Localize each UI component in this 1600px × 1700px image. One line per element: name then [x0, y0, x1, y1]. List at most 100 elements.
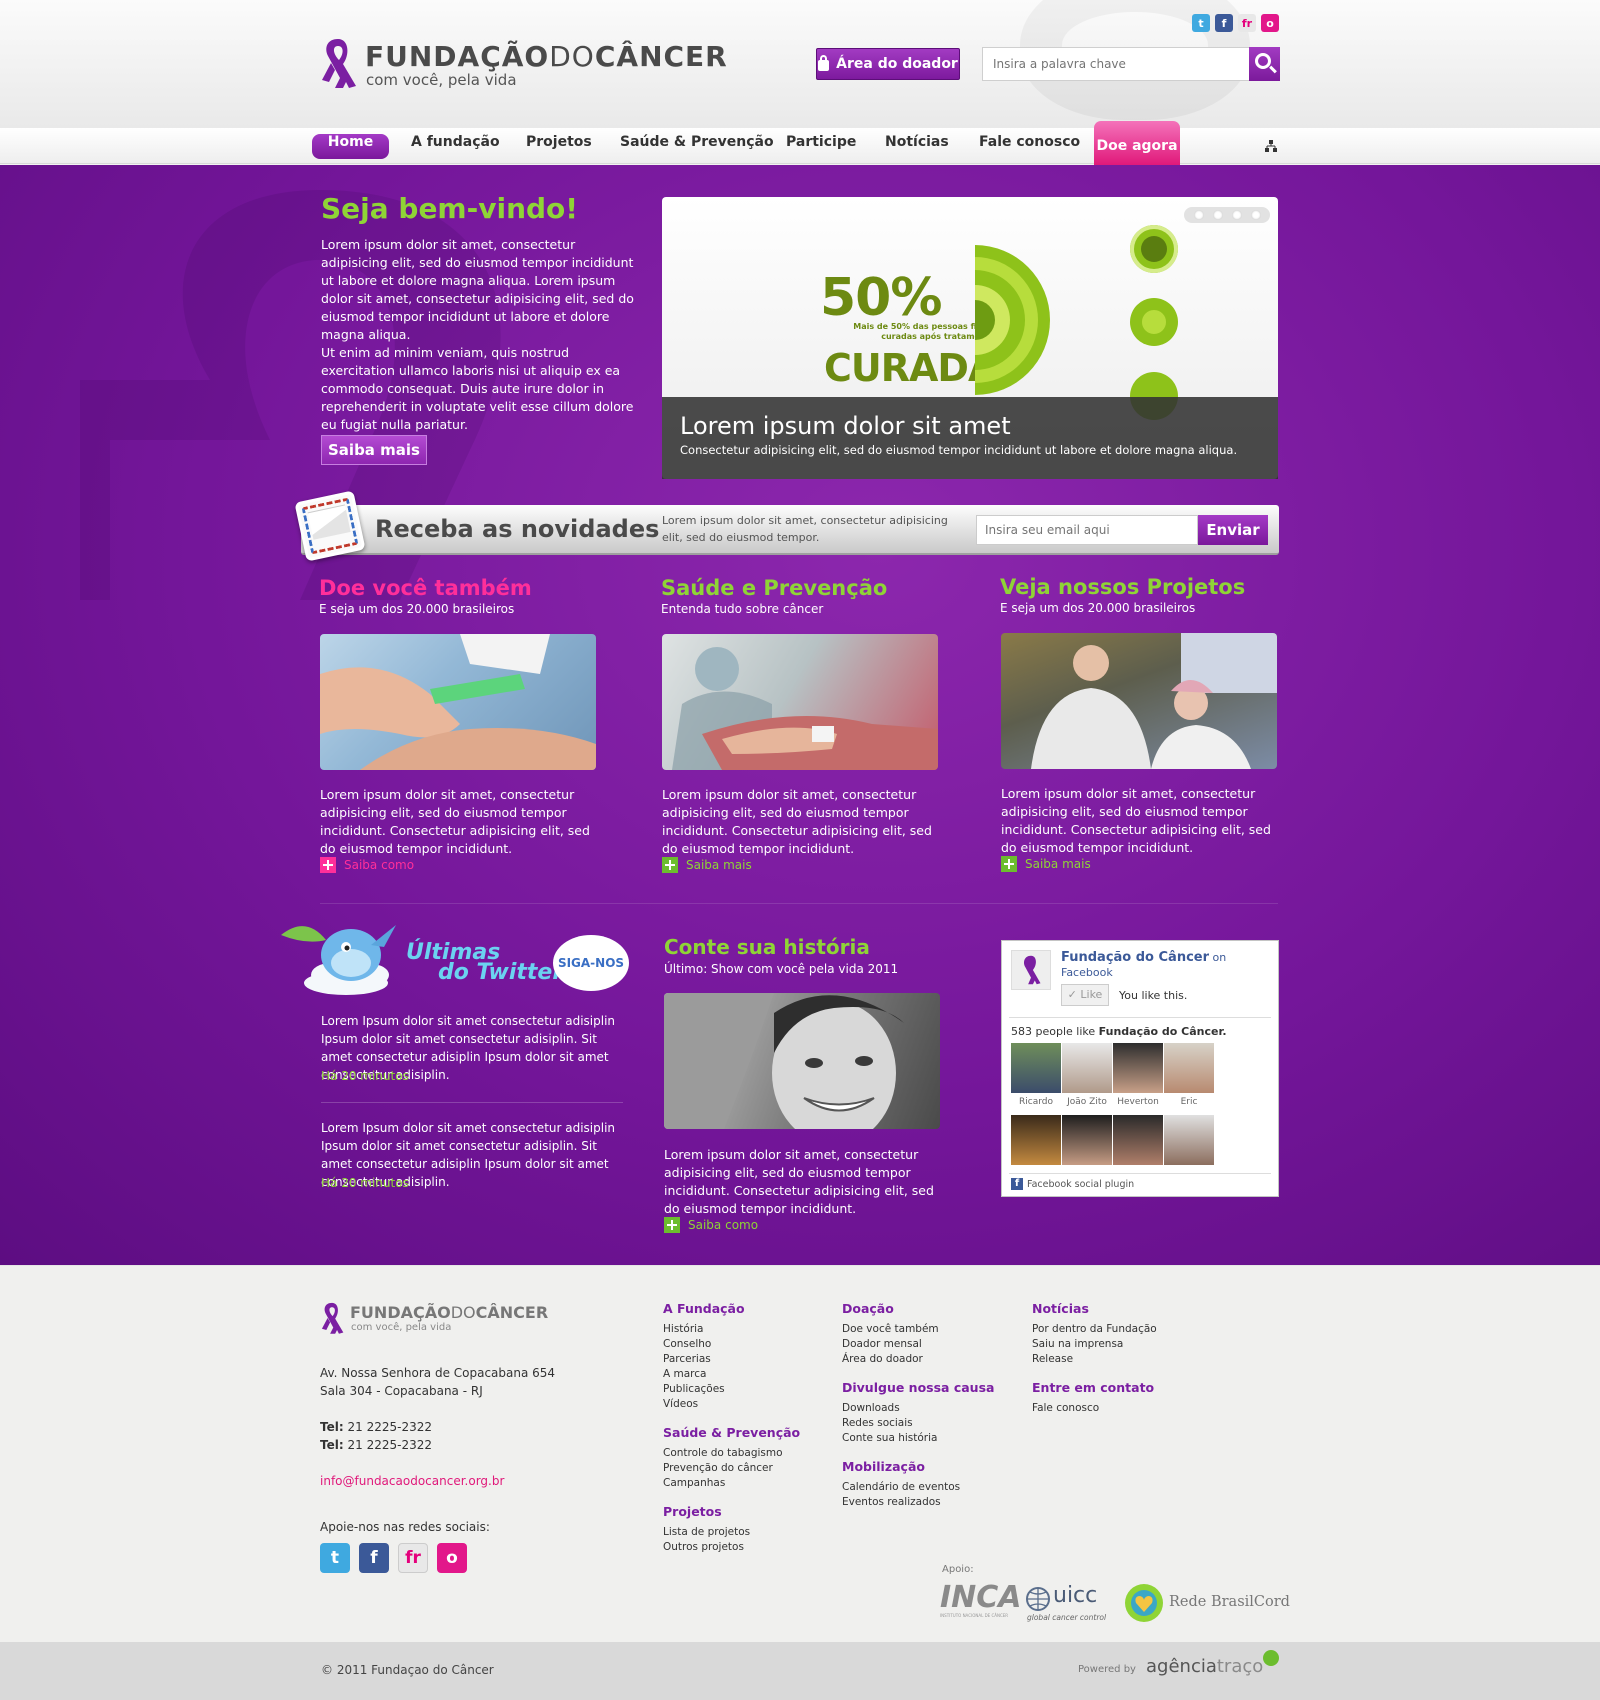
footer-link[interactable]: Conselho	[663, 1337, 800, 1352]
footer-link[interactable]: Eventos realizados	[842, 1495, 994, 1510]
footer-link[interactable]: Release	[1032, 1352, 1157, 1367]
slider-dot[interactable]	[1212, 210, 1223, 220]
welcome-saiba-mais-button[interactable]: Saiba mais	[321, 435, 427, 465]
footer-link[interactable]: Outros projetos	[663, 1540, 800, 1555]
facebook-friend-avatar[interactable]	[1062, 1043, 1112, 1093]
facebook-page-title: Fundação do Câncer on Facebook	[1061, 950, 1271, 980]
flickr-icon[interactable]: fr	[398, 1543, 428, 1573]
newsletter-send-button[interactable]: Enviar	[1198, 515, 1268, 545]
footer-link[interactable]: Por dentro da Fundação	[1032, 1322, 1157, 1337]
footer-link[interactable]: Vídeos	[663, 1397, 800, 1412]
column-link-saude[interactable]: Saiba mais	[662, 857, 752, 873]
footer-link[interactable]: Publicações	[663, 1382, 800, 1397]
facebook-friend-avatar[interactable]	[1113, 1043, 1163, 1093]
footer-link[interactable]: Downloads	[842, 1401, 994, 1416]
sponsor-uicc-logo[interactable]: uicc global cancer control	[1025, 1582, 1106, 1624]
facebook-friend-name[interactable]: João Zito	[1062, 1097, 1112, 1107]
footer-link[interactable]: Área do doador	[842, 1352, 994, 1367]
nav-item-fale-conosco[interactable]: Fale conosco	[979, 134, 1080, 159]
sponsor-brasilcord-logo[interactable]: Rede BrasilCord	[1123, 1582, 1290, 1624]
health-photo[interactable]	[662, 634, 938, 770]
footer-email-link[interactable]: info@fundacaodocancer.org.br	[320, 1472, 504, 1490]
story-link[interactable]: Saiba como	[664, 1217, 758, 1233]
footer-heading[interactable]: Doação	[842, 1301, 994, 1316]
nav-item-projetos[interactable]: Projetos	[526, 134, 592, 159]
column-title-projetos[interactable]: Veja nossos Projetos	[1000, 575, 1245, 599]
footer-link[interactable]: Conte sua história	[842, 1431, 994, 1446]
footer-link[interactable]: Parcerias	[663, 1352, 800, 1367]
facebook-friend-avatar[interactable]	[1011, 1115, 1061, 1165]
newsletter-email-input[interactable]	[976, 515, 1198, 545]
facebook-friend-avatar[interactable]	[1164, 1115, 1214, 1165]
column-link-projetos[interactable]: Saiba mais	[1001, 856, 1091, 872]
facebook-friend-avatar[interactable]	[1062, 1115, 1112, 1165]
footer-heading[interactable]: Mobilização	[842, 1459, 994, 1474]
footer-link[interactable]: Prevenção do câncer	[663, 1461, 800, 1476]
search-input[interactable]	[983, 48, 1249, 80]
footer-link[interactable]: Redes sociais	[842, 1416, 994, 1431]
orkut-icon[interactable]: o	[437, 1543, 467, 1573]
sponsor-inca-logo[interactable]: INCA INSTITUTO NACIONAL DE CÂNCER	[940, 1583, 1022, 1623]
story-photo[interactable]	[664, 993, 940, 1129]
agency-logo[interactable]: agênciatraço	[1146, 1656, 1263, 1677]
footer-heading[interactable]: Projetos	[663, 1504, 800, 1519]
twitter-icon[interactable]: t	[320, 1543, 350, 1573]
slider-dot[interactable]	[1250, 210, 1261, 220]
facebook-icon[interactable]: f	[1215, 14, 1233, 32]
heart-logo-icon	[1125, 1584, 1163, 1622]
donor-area-button[interactable]: Área do doador	[816, 48, 960, 80]
footer-logo[interactable]: FUNDAÇÃODOCÂNCER com você, pela vida	[320, 1301, 548, 1337]
footer-link[interactable]: Doe você também	[842, 1322, 994, 1337]
donation-photo[interactable]	[320, 634, 596, 770]
footer-link[interactable]: Controle do tabagismo	[663, 1446, 800, 1461]
nav-item-home[interactable]: Home	[312, 134, 389, 159]
footer-heading[interactable]: Entre em contato	[1032, 1380, 1157, 1395]
footer-link[interactable]: Fale conosco	[1032, 1401, 1157, 1416]
facebook-icon[interactable]: f	[359, 1543, 389, 1573]
column-link-doe[interactable]: Saiba como	[320, 857, 414, 873]
facebook-page-link[interactable]: Fundação do Câncer	[1061, 950, 1209, 965]
nav-item-saude-prevencao[interactable]: Saúde & Prevenção	[620, 134, 774, 159]
twitter-icon[interactable]: t	[1192, 14, 1210, 32]
tweet-time[interactable]: Há 20 minutos	[321, 1176, 409, 1190]
footer-link[interactable]: A marca	[663, 1367, 800, 1382]
facebook-friend-name[interactable]: Heverton	[1113, 1097, 1163, 1107]
slider-dot[interactable]	[1193, 210, 1204, 220]
footer-heading[interactable]: Divulgue nossa causa	[842, 1380, 994, 1395]
sitemap-icon[interactable]	[1265, 140, 1277, 152]
facebook-social-plugin[interactable]: f Facebook social plugin	[1011, 1178, 1134, 1190]
nav-item-doe-agora[interactable]: Doe agora	[1094, 121, 1180, 165]
facebook-friend-name[interactable]: Ricardo	[1011, 1097, 1061, 1107]
facebook-like-button[interactable]: ✓ Like	[1061, 984, 1109, 1006]
slide-caption-title[interactable]: Lorem ipsum dolor sit amet	[680, 412, 1011, 440]
twitter-follow-button[interactable]: SIGA-NOS	[553, 935, 629, 991]
footer-link[interactable]: Calendário de eventos	[842, 1480, 994, 1495]
footer-link[interactable]: Doador mensal	[842, 1337, 994, 1352]
column-title-doe[interactable]: Doe você também	[319, 576, 532, 600]
slider-dot[interactable]	[1231, 210, 1242, 220]
facebook-friend-name[interactable]: Eric	[1164, 1097, 1214, 1107]
footer-heading[interactable]: Notícias	[1032, 1301, 1157, 1316]
flickr-icon[interactable]: fr	[1238, 14, 1256, 32]
projects-photo[interactable]	[1001, 633, 1277, 769]
story-title[interactable]: Conte sua história	[664, 935, 870, 959]
facebook-page-avatar[interactable]	[1011, 950, 1051, 990]
nav-item-a-fundacao[interactable]: A fundação	[411, 134, 500, 159]
facebook-friend-avatar[interactable]	[1113, 1115, 1163, 1165]
facebook-friend-avatar[interactable]	[1164, 1043, 1214, 1093]
nav-item-participe[interactable]: Participe	[786, 134, 856, 159]
orkut-icon[interactable]: o	[1261, 14, 1279, 32]
footer-heading[interactable]: A Fundação	[663, 1301, 800, 1316]
footer-link[interactable]: Lista de projetos	[663, 1525, 800, 1540]
facebook-network-link[interactable]: Facebook	[1061, 965, 1271, 980]
search-button[interactable]	[1249, 47, 1280, 81]
column-title-saude[interactable]: Saúde e Prevenção	[661, 576, 887, 600]
nav-item-noticias[interactable]: Notícias	[885, 134, 949, 159]
footer-link[interactable]: História	[663, 1322, 800, 1337]
tweet-time[interactable]: Há 20 minutos	[321, 1069, 409, 1083]
facebook-friend-avatar[interactable]	[1011, 1043, 1061, 1093]
footer-heading[interactable]: Saúde & Prevenção	[663, 1425, 800, 1440]
footer-link[interactable]: Saiu na imprensa	[1032, 1337, 1157, 1352]
site-logo[interactable]: FUNDAÇÃODOCÂNCER com você, pela vida	[319, 36, 727, 92]
footer-link[interactable]: Campanhas	[663, 1476, 800, 1491]
